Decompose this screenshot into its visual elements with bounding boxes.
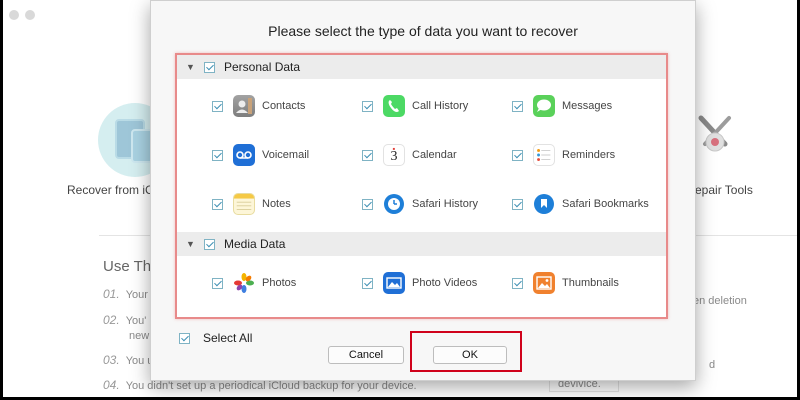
right-panel-text: d <box>709 359 716 371</box>
messages-checkbox[interactable] <box>512 100 523 112</box>
repair-tools-label[interactable]: epair Tools <box>695 183 753 197</box>
reminders-icon <box>533 144 555 166</box>
dialog-title: Please select the type of data you want … <box>268 23 578 39</box>
media-data-checkbox[interactable] <box>204 238 215 250</box>
messages-icon <box>533 95 555 117</box>
contacts-checkbox[interactable] <box>212 100 223 112</box>
item-label: Call History <box>412 100 469 112</box>
notes-icon <box>233 193 255 215</box>
voicemail-checkbox[interactable] <box>212 149 223 161</box>
contacts-icon <box>233 95 255 117</box>
select-all-checkbox[interactable] <box>179 332 190 344</box>
item-label: Contacts <box>262 100 306 112</box>
safari-bookmarks-checkbox[interactable] <box>512 198 523 210</box>
minimize-window-dot[interactable] <box>25 10 35 20</box>
photo-videos-icon <box>383 272 405 294</box>
photos-checkbox[interactable] <box>212 277 223 289</box>
item-label: Calendar <box>412 149 457 161</box>
safari-history-icon <box>383 193 405 215</box>
reason-item-2-continued: new <box>129 330 150 342</box>
safari-history-checkbox[interactable] <box>362 198 373 210</box>
ok-button[interactable]: OK <box>433 346 507 364</box>
item-label: Photos <box>262 277 297 289</box>
divider <box>693 235 797 236</box>
item-thumbnails[interactable]: Thumbnails <box>512 270 619 296</box>
item-label: Safari History <box>412 198 479 210</box>
item-label: Thumbnails <box>562 277 619 289</box>
collapse-triangle-icon[interactable]: ▼ <box>186 62 196 72</box>
calendar-checkbox[interactable] <box>362 149 373 161</box>
reminders-checkbox[interactable] <box>512 149 523 161</box>
item-label: Safari Bookmarks <box>562 198 649 210</box>
item-photos[interactable]: Photos <box>212 270 296 296</box>
window-controls <box>9 10 35 20</box>
item-call-history[interactable]: Call History <box>362 93 468 119</box>
item-calendar[interactable]: ■ 3 Calendar <box>362 142 457 168</box>
item-safari-history[interactable]: Safari History <box>362 191 478 217</box>
photos-icon <box>233 272 255 294</box>
collapse-triangle-icon[interactable]: ▼ <box>186 239 196 249</box>
item-safari-bookmarks[interactable]: Safari Bookmarks <box>512 191 649 217</box>
thumbnails-checkbox[interactable] <box>512 277 523 289</box>
item-contacts[interactable]: Contacts <box>212 93 305 119</box>
right-panel-text: en deletion <box>693 295 747 307</box>
item-photo-videos[interactable]: Photo Videos <box>362 270 477 296</box>
notes-checkbox[interactable] <box>212 198 223 210</box>
calendar-icon: ■ 3 <box>383 144 405 166</box>
item-label: Notes <box>262 198 291 210</box>
personal-data-checkbox[interactable] <box>204 61 215 73</box>
section-media-data[interactable]: ▼ Media Data <box>177 232 666 256</box>
item-label: Voicemail <box>262 149 310 161</box>
item-notes[interactable]: Notes <box>212 191 291 217</box>
item-voicemail[interactable]: Voicemail <box>212 142 309 168</box>
cancel-button[interactable]: Cancel <box>328 346 404 364</box>
item-label: Messages <box>562 100 613 112</box>
close-window-dot[interactable] <box>9 10 19 20</box>
recover-from-icloud-label[interactable]: Recover from iC <box>67 183 154 197</box>
thumbnails-icon <box>533 272 555 294</box>
section-label: Personal Data <box>224 60 301 74</box>
safari-bookmarks-icon <box>533 193 555 215</box>
reason-item-2: 02. You' <box>103 313 147 327</box>
reason-item-3: 03. You u <box>103 353 154 367</box>
item-messages[interactable]: Messages <box>512 93 612 119</box>
select-all-row[interactable]: Select All <box>179 331 252 345</box>
use-this-mode-heading: Use Thi <box>103 258 155 275</box>
repair-tools-icon[interactable] <box>695 112 735 162</box>
section-personal-data[interactable]: ▼ Personal Data <box>177 55 666 79</box>
phone-icon <box>383 95 405 117</box>
call-history-checkbox[interactable] <box>362 100 373 112</box>
section-label: Media Data <box>224 237 286 251</box>
item-reminders[interactable]: Reminders <box>512 142 615 168</box>
recover-data-type-dialog: Please select the type of data you want … <box>150 0 696 381</box>
reason-item-1: 01. Your <box>103 287 148 301</box>
voicemail-icon <box>233 144 255 166</box>
item-label: Photo Videos <box>412 277 478 289</box>
item-label: Reminders <box>562 149 616 161</box>
photo-videos-checkbox[interactable] <box>362 277 373 289</box>
select-all-label: Select All <box>203 331 253 345</box>
data-type-panel: ▼ Personal Data Contacts Call History Me… <box>175 53 668 319</box>
